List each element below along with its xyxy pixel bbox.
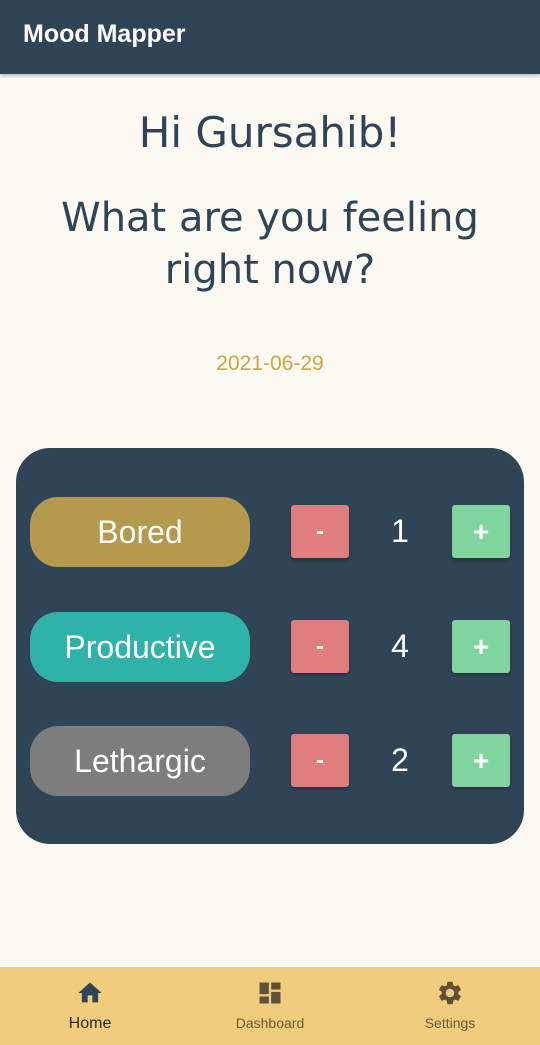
decrement-lethargic-button[interactable]: - [291, 734, 349, 787]
increment-bored-button[interactable]: + [452, 505, 510, 558]
mood-row-productive: Productive - 4 + [16, 612, 524, 682]
gear-icon [439, 981, 461, 1005]
current-date: 2021-06-29 [216, 352, 324, 375]
mood-card: Bored - 1 + Productive - 4 + Lethargic -… [16, 448, 524, 844]
bottom-navigation: Home Dashboard Settings [0, 967, 540, 1045]
nav-label-dashboard: Dashboard [235, 1015, 305, 1031]
decrement-bored-button[interactable]: - [291, 505, 349, 558]
nav-label-settings: Settings [424, 1015, 476, 1031]
mood-pill-lethargic[interactable]: Lethargic [30, 726, 250, 796]
mood-pill-bored[interactable]: Bored [30, 497, 250, 567]
app-bar: Mood Mapper [0, 0, 540, 74]
nav-label-home: Home [68, 1015, 112, 1032]
mood-count-productive: 4 [391, 628, 409, 664]
greeting-heading: Hi Gursahib! [138, 108, 402, 157]
mood-row-bored: Bored - 1 + [16, 497, 524, 567]
mood-count-lethargic: 2 [391, 742, 409, 778]
dashboard-icon [259, 982, 281, 1004]
nav-item-dashboard[interactable]: Dashboard [180, 967, 360, 1045]
home-icon [78, 982, 102, 1003]
nav-item-settings[interactable]: Settings [360, 967, 540, 1045]
nav-item-home[interactable]: Home [0, 967, 180, 1045]
mood-row-lethargic: Lethargic - 2 + [16, 726, 524, 796]
increment-productive-button[interactable]: + [452, 620, 510, 673]
mood-count-bored: 1 [391, 513, 409, 549]
decrement-productive-button[interactable]: - [291, 620, 349, 673]
increment-lethargic-button[interactable]: + [452, 734, 510, 787]
mood-question: What are you feeling right now? [61, 195, 479, 293]
app-title: Mood Mapper [23, 20, 186, 48]
mood-pill-productive[interactable]: Productive [30, 612, 250, 682]
